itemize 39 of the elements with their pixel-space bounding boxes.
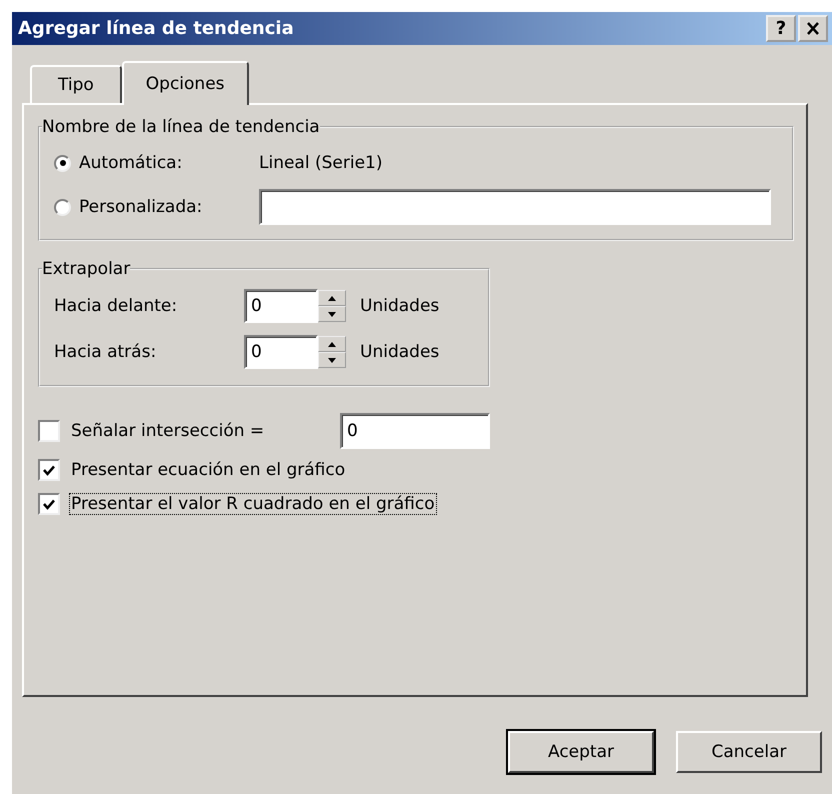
dialog-button[interactable]: Aceptar xyxy=(508,731,654,773)
down-arrow-icon xyxy=(328,312,336,316)
checkbox-label: Presentar el valor R cuadrado en el gráfico xyxy=(70,494,436,514)
field-label: Hacia delante: xyxy=(54,296,178,316)
checkbox-label: Señalar intersección = xyxy=(70,421,266,441)
input-field[interactable] xyxy=(259,189,771,225)
checkbox-label: Presentar ecuación en el gráfico xyxy=(70,460,346,480)
checkmark-icon xyxy=(43,498,55,510)
unit-label: Unidades xyxy=(360,342,440,362)
radio-button[interactable] xyxy=(54,154,71,172)
number-field[interactable]: 0 xyxy=(244,289,318,323)
tab[interactable]: Opciones xyxy=(122,61,249,105)
group-title: Nombre de la línea de tendencia xyxy=(42,117,320,137)
number-field[interactable]: 0 xyxy=(244,335,318,369)
help-button[interactable]: ? xyxy=(766,15,796,42)
checkbox[interactable] xyxy=(38,420,60,442)
window-title: Agregar línea de tendencia xyxy=(18,18,295,39)
trendline-name: Lineal (Serie1) xyxy=(259,153,382,173)
checkbox[interactable] xyxy=(38,493,60,515)
checkbox[interactable] xyxy=(38,459,60,481)
up-arrow-icon xyxy=(328,296,336,300)
radio-button[interactable] xyxy=(54,198,71,216)
up-arrow-icon xyxy=(328,342,336,346)
group-title: Extrapolar xyxy=(42,259,130,279)
close-icon xyxy=(806,22,820,35)
down-arrow-icon xyxy=(328,358,336,362)
radio-label: Personalizada: xyxy=(79,197,204,217)
close-button[interactable] xyxy=(798,15,828,42)
unit-label: Unidades xyxy=(360,296,440,316)
dialog-button[interactable]: Cancelar xyxy=(676,731,822,773)
tab[interactable]: Tipo xyxy=(30,65,122,103)
radio-label: Automática: xyxy=(79,153,184,173)
input-field[interactable]: 0 xyxy=(340,413,490,449)
spin-down-button[interactable] xyxy=(318,306,346,322)
spin-up-button[interactable] xyxy=(318,290,346,306)
field-label: Hacia atrás: xyxy=(54,342,158,362)
checkmark-icon xyxy=(43,464,55,476)
spin-up-button[interactable] xyxy=(318,336,346,352)
spin-down-button[interactable] xyxy=(318,352,346,368)
